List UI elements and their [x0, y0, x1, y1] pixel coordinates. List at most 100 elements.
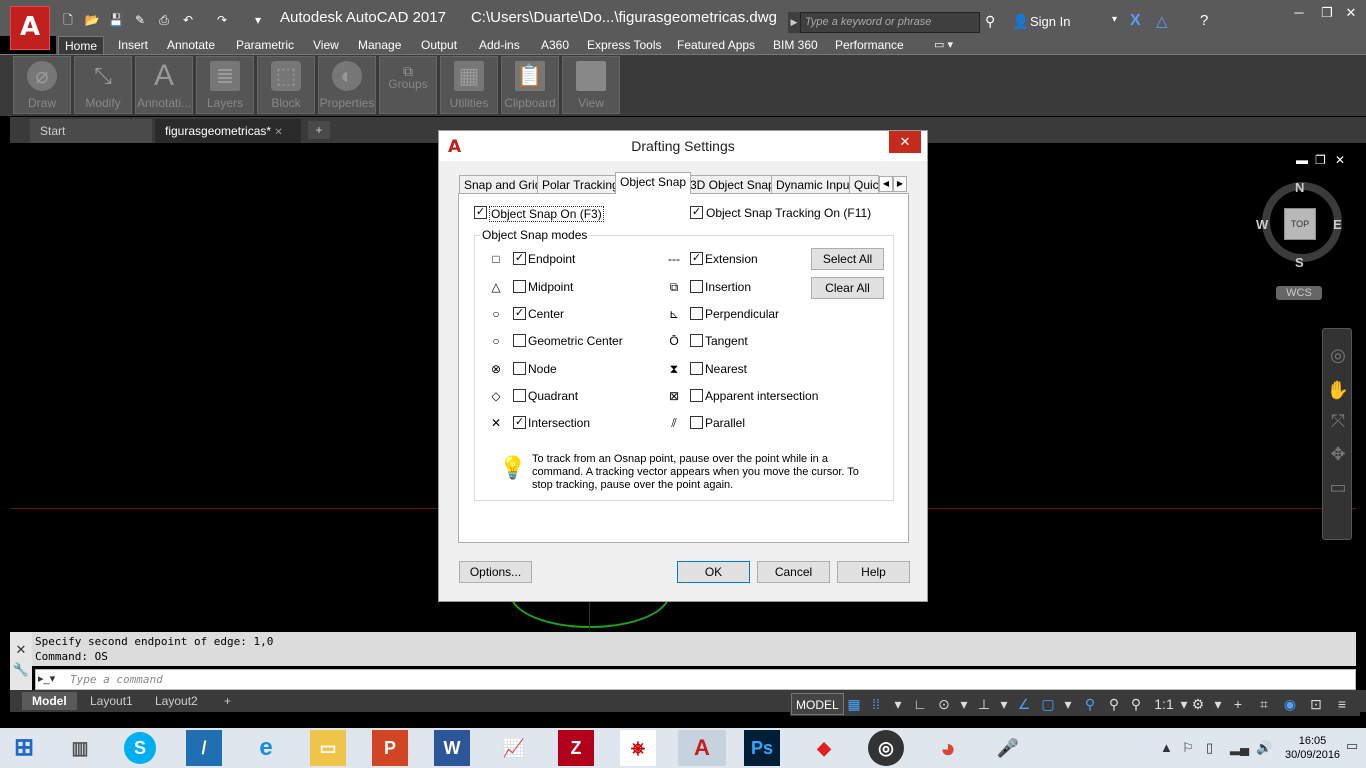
tab-polar-tracking[interactable]: Polar Tracking: [537, 175, 624, 193]
workspace-dropdown-icon[interactable]: ▾: [1208, 694, 1228, 714]
new-icon[interactable]: 🗋: [60, 13, 76, 27]
ribbon-tab-insert[interactable]: Insert: [112, 36, 154, 54]
isolate-objects-icon[interactable]: ◉: [1280, 694, 1300, 714]
ribbon-tab-annotate[interactable]: Annotate: [161, 36, 221, 54]
insertion-checkbox[interactable]: [690, 280, 703, 293]
tab-3d-object-snap[interactable]: 3D Object Snap: [685, 175, 780, 193]
panel-layers[interactable]: ≣ Layers: [196, 56, 254, 114]
intersection-label[interactable]: Intersection: [528, 416, 590, 430]
wcs-menu[interactable]: WCS: [1276, 286, 1322, 300]
panel-properties[interactable]: ◐ Properties: [318, 56, 376, 114]
clean-screen-icon[interactable]: ⊡: [1306, 694, 1326, 714]
ribbon-tab-parametric[interactable]: Parametric: [230, 36, 300, 54]
annotation-monitor-icon[interactable]: +: [1228, 694, 1248, 714]
tablet-icon[interactable]: ▯: [1206, 740, 1213, 756]
isodraft-dropdown-icon[interactable]: ▾: [994, 694, 1014, 714]
acrobat-icon[interactable]: ⎈: [620, 730, 656, 766]
viewport-close-icon[interactable]: ✕: [1335, 153, 1345, 167]
orbit-icon[interactable]: ✥: [1323, 444, 1353, 465]
otrack-on-checkbox[interactable]: ✓: [690, 206, 703, 219]
tangent-label[interactable]: Tangent: [705, 334, 748, 348]
command-line-grip[interactable]: ✕ 🔧: [10, 632, 32, 690]
panel-utilities[interactable]: ▦ Utilities: [440, 56, 498, 114]
quadrant-label[interactable]: Quadrant: [528, 389, 578, 403]
node-checkbox[interactable]: [513, 362, 526, 375]
extension-label[interactable]: Extension: [705, 252, 758, 266]
tab-object-snap[interactable]: Object Snap: [615, 172, 692, 194]
dialog-close-button[interactable]: ✕: [889, 131, 921, 153]
model-space-button[interactable]: MODEL: [791, 693, 844, 715]
help-icon[interactable]: ?: [1200, 12, 1208, 29]
clock[interactable]: 16:05 30/09/2016: [1285, 734, 1340, 762]
apparent-intersection-checkbox[interactable]: [690, 389, 703, 402]
ribbon-tab-view[interactable]: View: [307, 36, 345, 54]
save-icon[interactable]: 💾: [108, 13, 124, 27]
tab-quick-properties[interactable]: Quic: [849, 175, 879, 193]
isodraft-icon[interactable]: ⊥: [974, 694, 994, 714]
tab-layout1[interactable]: Layout1: [80, 692, 143, 710]
skype-icon[interactable]: S: [124, 732, 156, 764]
tangent-checkbox[interactable]: [690, 334, 703, 347]
notifications-icon[interactable]: ▭: [1346, 738, 1358, 754]
photoshop-icon[interactable]: Ps: [744, 730, 780, 766]
parallel-checkbox[interactable]: [690, 416, 703, 429]
grid-icon[interactable]: ▦: [844, 694, 864, 714]
center-label[interactable]: Center: [528, 307, 564, 321]
panel-block[interactable]: ⬚ Block: [257, 56, 315, 114]
nearest-checkbox[interactable]: [690, 362, 703, 375]
snap-dropdown-icon[interactable]: ▾: [888, 694, 908, 714]
midpoint-label[interactable]: Midpoint: [528, 280, 573, 294]
close-tab-icon[interactable]: ✕: [274, 127, 282, 138]
autodesk-app-icon[interactable]: /: [186, 730, 222, 766]
save-as-icon[interactable]: ✎: [132, 13, 148, 27]
panel-draw[interactable]: ⌀ Draw: [13, 56, 71, 114]
tab-scroll-left-icon[interactable]: ◀: [879, 176, 893, 192]
osnap-dropdown-icon[interactable]: ▾: [1058, 694, 1078, 714]
osnap-icon[interactable]: ▢: [1038, 694, 1058, 714]
auto-scale-icon[interactable]: ⚲: [1104, 694, 1124, 714]
nearest-label[interactable]: Nearest: [705, 362, 747, 376]
steering-wheel-icon[interactable]: ◎: [1323, 345, 1353, 366]
tab-scroll-right-icon[interactable]: ▶: [893, 176, 907, 192]
powerpoint-icon[interactable]: P: [372, 730, 408, 766]
close-icon[interactable]: ✕: [1336, 2, 1366, 24]
polar-dropdown-icon[interactable]: ▾: [954, 694, 974, 714]
castle-app-icon[interactable]: ▥: [62, 730, 98, 766]
insertion-label[interactable]: Insertion: [705, 280, 751, 294]
ribbon-tab-manage[interactable]: Manage: [352, 36, 407, 54]
qat-dropdown-icon[interactable]: ▾: [250, 13, 266, 27]
search-input[interactable]: Type a keyword or phrase: [800, 12, 980, 33]
ribbon-tab-express-tools[interactable]: Express Tools: [581, 36, 667, 54]
showmotion-icon[interactable]: ▭: [1323, 477, 1353, 498]
osnap-on-checkbox[interactable]: ✓: [474, 206, 487, 219]
perpendicular-label[interactable]: Perpendicular: [705, 307, 779, 321]
microphone-icon[interactable]: 🎤: [990, 730, 1026, 766]
tab-start[interactable]: Start: [30, 119, 152, 143]
tab-dynamic-input[interactable]: Dynamic Input: [771, 175, 858, 193]
midpoint-checkbox[interactable]: [513, 280, 526, 293]
flag-icon[interactable]: ⚐: [1182, 740, 1194, 756]
otrack-on-label[interactable]: Object Snap Tracking On (F11): [706, 206, 871, 220]
chrome-icon[interactable]: ◕: [930, 730, 966, 766]
new-tab-button[interactable]: +: [308, 121, 330, 139]
ribbon-tab-performance[interactable]: Performance: [829, 36, 910, 54]
annotation-visibility-icon[interactable]: ⚲: [1080, 694, 1100, 714]
polar-icon[interactable]: ⊙: [934, 694, 954, 714]
tab-snap-and-grid[interactable]: Snap and Grid: [459, 175, 547, 193]
open-icon[interactable]: 📂: [84, 13, 100, 27]
viewport-minimize-icon[interactable]: ▬: [1296, 153, 1308, 167]
chart-app-icon[interactable]: 📈: [496, 730, 532, 766]
binoculars-icon[interactable]: ⚲: [985, 13, 995, 30]
osnap-on-label[interactable]: Object Snap On (F3): [489, 206, 604, 222]
search-expand-icon[interactable]: ▶: [788, 12, 800, 33]
volume-icon[interactable]: 🔊: [1256, 740, 1272, 756]
tab-model[interactable]: Model: [22, 692, 77, 710]
viewcube-top-face[interactable]: TOP: [1284, 208, 1316, 240]
undo-icon[interactable]: ↶: [180, 13, 196, 27]
endpoint-checkbox[interactable]: ✓: [513, 252, 526, 265]
snap-mode-icon[interactable]: ⁞⁞: [866, 694, 886, 714]
ortho-icon[interactable]: ∟: [910, 694, 930, 714]
file-explorer-icon[interactable]: ▭: [310, 730, 346, 766]
exchange-apps-icon[interactable]: X: [1130, 12, 1141, 30]
redo-icon[interactable]: ↷: [214, 13, 230, 27]
